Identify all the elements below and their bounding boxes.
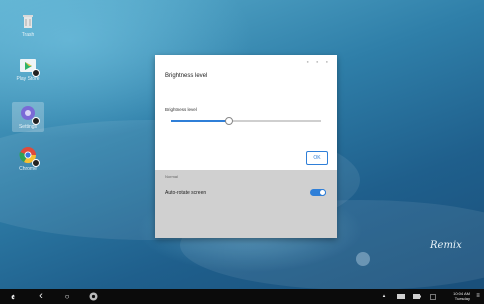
slider-thumb[interactable] <box>225 117 233 125</box>
settings-taskbar-icon[interactable] <box>86 289 100 304</box>
auto-rotate-toggle[interactable] <box>310 189 326 196</box>
shortcut-badge-icon <box>32 117 40 125</box>
desktop-icon-label: Settings <box>18 124 38 130</box>
chrome-icon <box>19 146 40 167</box>
tray-expand-icon[interactable]: ▴ <box>380 289 388 304</box>
desktop-icon-label: Trash <box>21 32 35 38</box>
desktop-icon-label: Chrome <box>19 166 37 172</box>
normal-value-text: Normal <box>165 174 178 179</box>
battery-icon[interactable] <box>412 289 422 304</box>
start-menu-button[interactable]: ꬲ <box>6 289 20 304</box>
brightness-slider[interactable] <box>171 117 321 125</box>
slider-label: Brightness level <box>165 107 197 112</box>
menu-icon[interactable]: ≡ <box>474 289 482 304</box>
shortcut-badge-icon <box>32 159 40 167</box>
dialog-title: Brightness level <box>165 73 208 79</box>
home-button[interactable]: ○ <box>60 289 74 304</box>
decorative-orb <box>356 252 370 266</box>
play-store-icon <box>19 56 40 77</box>
settings-icon <box>19 104 40 125</box>
trash-icon <box>19 12 37 30</box>
clock-day: Tuesday <box>454 296 470 301</box>
desktop-icon-label: Play Store <box>16 76 40 82</box>
window-controls[interactable]: ● ● ● <box>307 59 331 64</box>
desktop-icon-trash[interactable]: Trash <box>12 12 44 38</box>
keyboard-icon[interactable] <box>396 289 406 304</box>
ok-button[interactable]: OK <box>306 151 328 165</box>
notification-icon[interactable] <box>428 289 438 304</box>
desktop-icon-chrome[interactable]: Chrome <box>12 146 44 172</box>
taskbar: ꬲ ‹ ○ ▴ 10:04 AM Tuesday ≡ <box>0 289 484 304</box>
slider-fill <box>171 120 228 122</box>
remix-logo: Remix <box>430 240 462 251</box>
toggle-knob <box>319 189 326 196</box>
desktop-icon-settings[interactable]: Settings <box>12 102 44 132</box>
auto-rotate-label: Auto-rotate screen <box>165 190 207 196</box>
clock[interactable]: 10:04 AM Tuesday <box>453 291 470 301</box>
back-button[interactable]: ‹ <box>34 289 48 304</box>
desktop-icon-play-store[interactable]: Play Store <box>12 56 44 82</box>
shortcut-badge-icon <box>32 69 40 77</box>
brightness-dialog: ● ● ● Brightness level Brightness level … <box>155 55 337 170</box>
desktop: Trash Play Store Settings Chrome Remix N… <box>0 0 484 289</box>
